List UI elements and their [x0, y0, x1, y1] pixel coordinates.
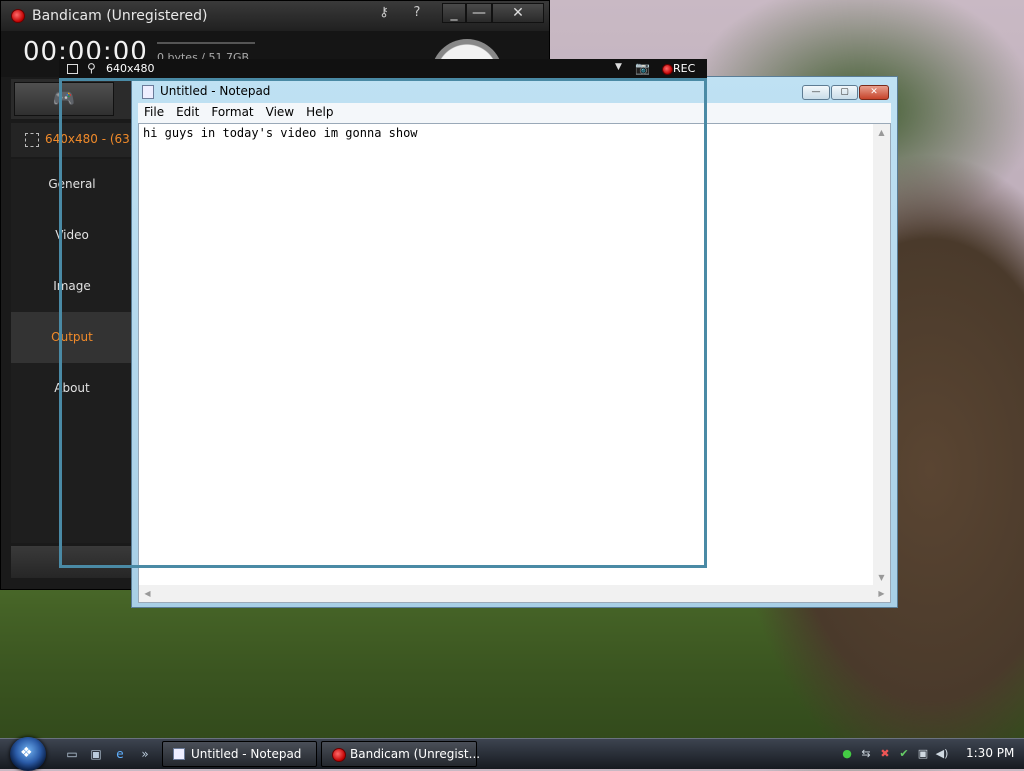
capture-toolbar[interactable]: ⚲ 640x480 ▼ 📷 REC — [59, 59, 707, 80]
quick-launch-expand-icon[interactable]: » — [140, 747, 150, 761]
taskbar: ❖ ▭ ▣ e » Untitled - Notepad Bandicam (U… — [0, 737, 1024, 771]
menu-file[interactable]: File — [138, 103, 170, 122]
key-icon[interactable]: ⚷ — [373, 3, 395, 23]
size-progress-bar — [157, 42, 255, 44]
nav-item-output[interactable]: Output — [11, 312, 133, 363]
windows-logo-icon: ❖ — [20, 745, 33, 761]
gamepad-icon: 🎮 — [52, 88, 76, 109]
taskbar-bandicam[interactable]: Bandicam (Unregist... — [321, 741, 481, 767]
zoom-icon[interactable]: ⚲ — [87, 61, 96, 75]
help-button[interactable]: ? — [408, 3, 426, 23]
dropdown-icon[interactable]: ▼ — [615, 62, 622, 72]
scroll-down-icon[interactable]: ▼ — [873, 569, 890, 586]
notepad-title: Untitled - Notepad — [160, 84, 271, 98]
update-icon[interactable]: ✔ — [897, 747, 911, 761]
notepad-menubar: File Edit Format View Help — [138, 103, 891, 123]
bandicam-titlebar[interactable]: Bandicam (Unregistered) ⚷ ? _ — ✕ — [1, 1, 549, 31]
rec-dot-icon — [662, 64, 673, 75]
bandicam-logo-icon — [11, 9, 25, 23]
nav-item-about[interactable]: About — [11, 363, 133, 414]
start-button[interactable]: ❖ — [10, 737, 46, 771]
display-icon[interactable]: ▣ — [916, 747, 930, 761]
taskbar-notepad-label: Untitled - Notepad — [191, 747, 302, 761]
horizontal-scrollbar[interactable]: ◀ ▶ — [139, 585, 890, 602]
region-select-icon[interactable] — [25, 133, 39, 147]
close-button[interactable]: ✕ — [492, 3, 544, 23]
game-mode-tab[interactable]: 🎮 — [14, 82, 114, 116]
security-icon[interactable]: ✖ — [878, 747, 892, 761]
notepad-content: hi guys in today's video im gonna show — [143, 126, 418, 140]
scroll-right-icon[interactable]: ▶ — [873, 585, 890, 602]
notepad-close-button[interactable]: ✕ — [859, 85, 889, 100]
notepad-icon — [142, 85, 154, 99]
nav-item-general[interactable]: General — [11, 159, 133, 210]
bandicam-sidenav: General Video Image Output About — [11, 159, 133, 543]
bandicam-title: Bandicam (Unregistered) — [32, 8, 208, 24]
volume-icon[interactable]: ◀) — [935, 747, 949, 761]
rec-button[interactable]: REC — [673, 62, 695, 75]
taskbar-notepad[interactable]: Untitled - Notepad — [162, 741, 317, 767]
nav-item-video[interactable]: Video — [11, 210, 133, 261]
show-desktop-icon[interactable]: ▭ — [64, 747, 80, 761]
notepad-minimize-button[interactable]: — — [802, 85, 830, 100]
maximize-button[interactable]: — — [466, 3, 492, 23]
ie-icon[interactable]: e — [112, 747, 128, 761]
menu-view[interactable]: View — [260, 103, 300, 122]
bandicam-icon — [332, 748, 346, 762]
minimize-button[interactable]: _ — [442, 3, 466, 23]
notepad-window: Untitled - Notepad — ▢ ✕ File Edit Format V… — [131, 76, 898, 608]
notepad-icon — [173, 748, 185, 760]
clock[interactable]: 1:30 PM — [966, 746, 1014, 760]
scroll-left-icon[interactable]: ◀ — [139, 585, 156, 602]
vertical-scrollbar[interactable]: ▲ ▼ — [873, 124, 890, 586]
notepad-maximize-button[interactable]: ▢ — [831, 85, 858, 100]
switch-windows-icon[interactable]: ▣ — [88, 747, 104, 761]
scroll-up-icon[interactable]: ▲ — [873, 124, 890, 141]
capture-size: 640x480 — [106, 62, 155, 75]
notepad-text-area[interactable]: hi guys in today's video im gonna show ▲… — [138, 123, 891, 603]
usb-icon[interactable]: ⇆ — [859, 747, 873, 761]
system-tray: ● ⇆ ✖ ✔ ▣ ◀) — [840, 746, 954, 762]
menu-help[interactable]: Help — [300, 103, 339, 122]
fullscreen-icon[interactable] — [67, 64, 78, 74]
nav-item-image[interactable]: Image — [11, 261, 133, 312]
camera-icon[interactable]: 📷 — [635, 61, 650, 75]
menu-format[interactable]: Format — [205, 103, 259, 122]
menu-edit[interactable]: Edit — [170, 103, 205, 122]
network-icon[interactable]: ● — [840, 747, 854, 761]
taskbar-bandicam-label: Bandicam (Unregist... — [350, 747, 481, 761]
